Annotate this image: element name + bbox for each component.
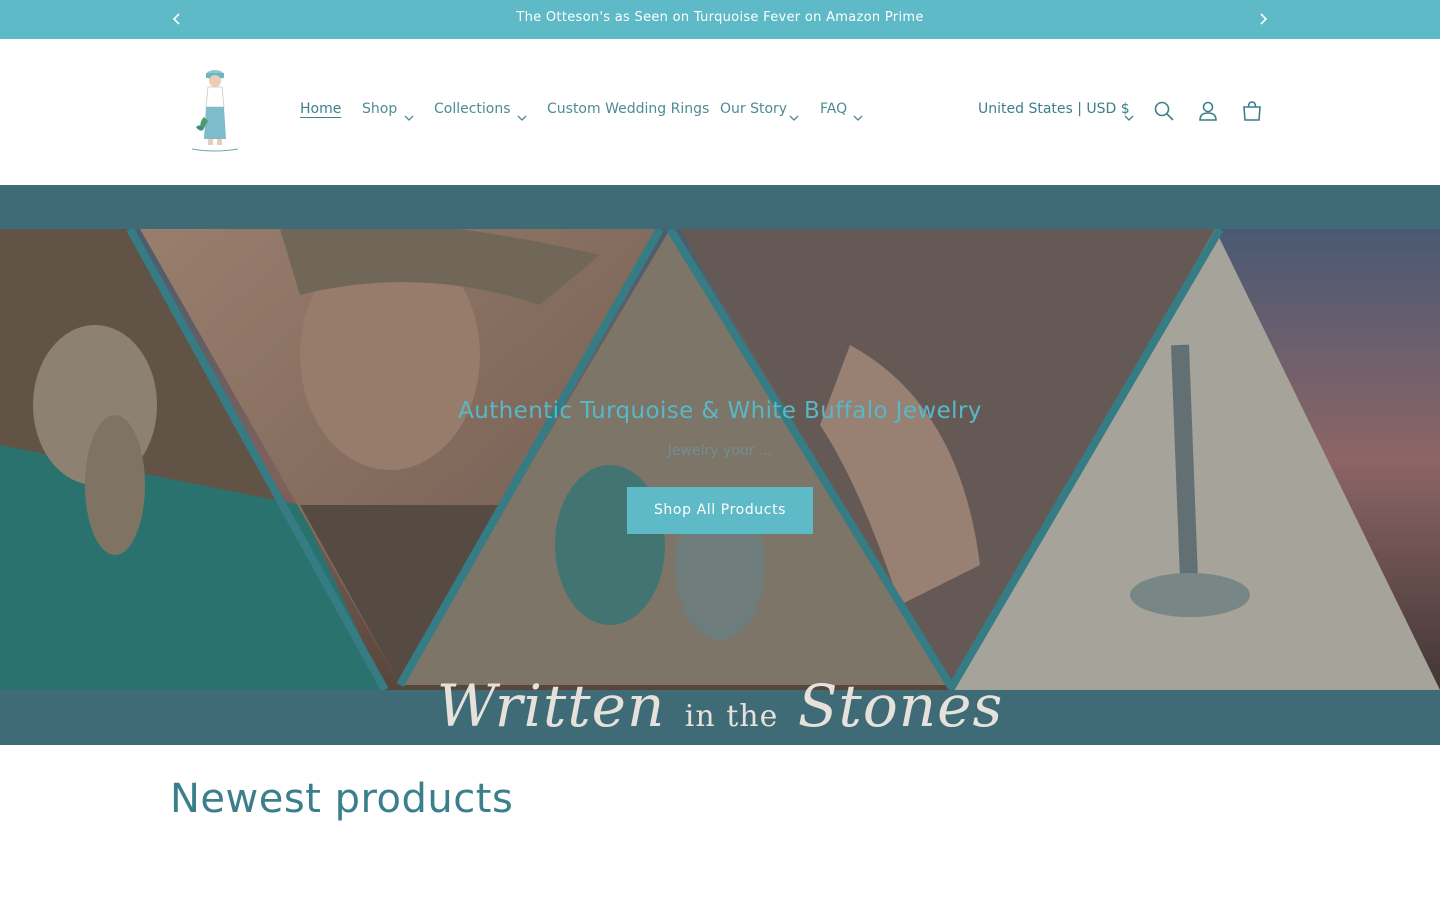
hero-heading: Authentic Turquoise & White Buffalo Jewe… — [458, 398, 982, 424]
announcement-bar: The Otteson's as Seen on Turquoise Fever… — [0, 0, 1440, 39]
nav-collections[interactable]: Collections — [434, 101, 511, 117]
chevron-right-icon[interactable] — [1255, 10, 1271, 28]
chevron-down-icon[interactable] — [517, 107, 527, 121]
nav-custom-wedding-rings[interactable]: Custom Wedding Rings — [547, 101, 709, 117]
chevron-down-icon[interactable] — [1124, 107, 1134, 121]
nav-our-story[interactable]: Our Story — [720, 101, 787, 117]
brand-wordmark: Written in the Stones — [0, 672, 1440, 740]
brand-word-written: Written — [436, 672, 666, 740]
woman-illustration-logo[interactable] — [186, 67, 244, 153]
account-icon[interactable] — [1196, 99, 1220, 123]
chevron-down-icon[interactable] — [789, 107, 799, 121]
hero-banner: Authentic Turquoise & White Buffalo Jewe… — [0, 185, 1440, 745]
country-currency-selector[interactable]: United States | USD $ — [978, 101, 1130, 117]
nav-shop[interactable]: Shop — [362, 101, 397, 117]
chevron-down-icon[interactable] — [404, 107, 414, 121]
chevron-down-icon[interactable] — [853, 107, 863, 121]
brand-word-in-the: in the — [684, 699, 779, 734]
hero-collage-image — [0, 185, 1440, 745]
search-icon[interactable] — [1152, 99, 1176, 123]
newest-products-title: Newest products — [170, 776, 514, 822]
site-header: Home Shop Collections Custom Wedding Rin… — [0, 39, 1440, 185]
announcement-text[interactable]: The Otteson's as Seen on Turquoise Fever… — [0, 10, 1440, 25]
cart-icon[interactable] — [1240, 99, 1264, 123]
nav-faq[interactable]: FAQ — [820, 101, 847, 117]
hero-subheading: Jewelry your ... — [667, 443, 773, 459]
shop-all-products-button[interactable]: Shop All Products — [627, 487, 813, 534]
nav-home[interactable]: Home — [300, 101, 341, 117]
brand-word-stones: Stones — [797, 672, 1004, 740]
